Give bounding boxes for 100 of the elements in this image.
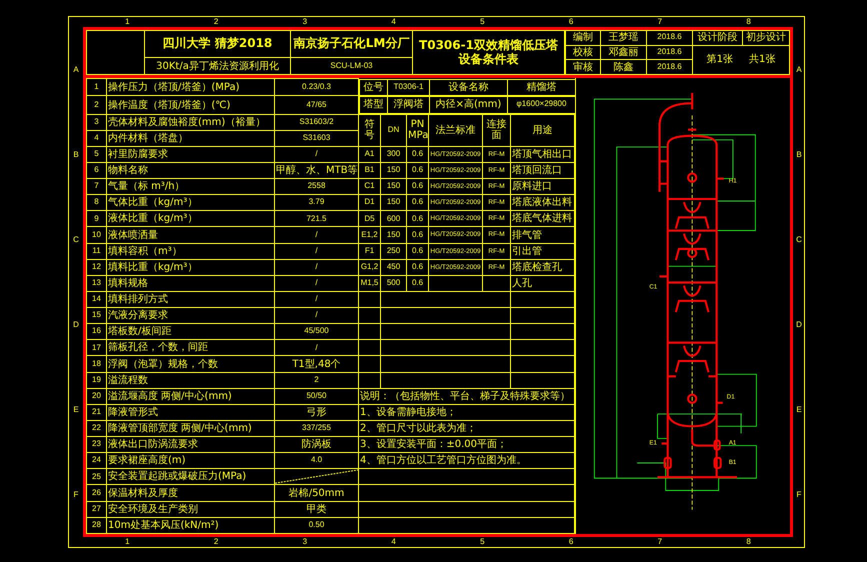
nozzle-size: 150 xyxy=(380,226,406,244)
nozzle-pressure: 0.6 xyxy=(406,178,428,195)
grid-reference-label: C xyxy=(795,235,803,244)
nozzle-symbol: C1 xyxy=(358,178,380,195)
condition-value: / xyxy=(274,291,358,308)
grid-reference-label: 4 xyxy=(391,17,396,27)
row-number: 11 xyxy=(86,243,106,260)
condition-value: / xyxy=(274,146,358,162)
row-number: 3 xyxy=(86,114,106,130)
condition-label: 衬里防腐要求 xyxy=(106,146,274,162)
signoff-name: 陈鑫 xyxy=(600,60,646,74)
column-header: 连接面 xyxy=(482,114,510,146)
grid-reference-label: F xyxy=(796,490,802,499)
row-number: 23 xyxy=(86,436,106,453)
condition-value: 0.50 xyxy=(274,517,358,534)
grid-reference-label: C xyxy=(72,235,80,244)
condition-label: 降液管形式 xyxy=(106,404,274,420)
note-text: 4、管口方位以工艺管口方位图为准。 xyxy=(358,452,574,469)
condition-label: 溢流堰高度 两侧/中心(mm) xyxy=(106,388,274,404)
condition-label: 要求裙座高度(m) xyxy=(106,452,274,469)
row-number: 16 xyxy=(86,324,106,340)
note-text: 3、设置安装平面：±0.00平面； xyxy=(358,436,574,453)
condition-label: 内件材料（塔盘） xyxy=(106,130,274,146)
condition-label: 物料名称 xyxy=(106,162,274,179)
row-number: 2 xyxy=(86,96,106,114)
nozzle-symbol: E1,2 xyxy=(358,226,380,244)
grid-reference-label: A xyxy=(795,65,803,74)
nozzle-pressure: 0.6 xyxy=(406,162,428,179)
signoff-name: 王梦瑶 xyxy=(600,30,646,46)
condition-value: / xyxy=(274,308,358,324)
condition-label: 气量（标 m³/h） xyxy=(106,178,274,195)
condition-label: 填料规格 xyxy=(106,275,274,292)
signoff-role: 校核 xyxy=(566,45,600,60)
grid-reference-label: 6 xyxy=(568,537,574,547)
condition-label: 填料排列方式 xyxy=(106,291,274,308)
condition-value: 4.0 xyxy=(274,452,358,469)
size-label: 内径×高(mm) xyxy=(430,96,508,114)
condition-value: 甲类 xyxy=(274,501,358,518)
condition-label: 浮阀（泡罩）规格，个数 xyxy=(106,356,274,372)
grid-reference-label: 1 xyxy=(125,537,130,547)
condition-value: 2558 xyxy=(274,178,358,195)
drawing-title: T0306-1双效精馏低压塔 xyxy=(418,39,559,52)
row-number: 13 xyxy=(86,275,106,292)
condition-label: 安全装置起跳或爆破压力(MPa) xyxy=(106,468,274,485)
signoff-role: 编制 xyxy=(566,30,600,46)
grid-reference-label: 1 xyxy=(125,17,130,27)
nozzle-pressure: 0.6 xyxy=(406,275,428,292)
condition-value: / xyxy=(274,259,358,276)
sheet-number: 第1张 xyxy=(706,54,733,66)
nozzle-symbol: B1 xyxy=(358,162,380,179)
nozzle-purpose: 引出管 xyxy=(510,243,574,260)
nozzle-size: 600 xyxy=(380,210,406,227)
grid-reference-label: 5 xyxy=(480,537,485,547)
note-text: 1、设备需静电接地； xyxy=(358,404,574,420)
condition-label: 液体出口防涡流要求 xyxy=(106,436,274,453)
nozzle-symbol: M1,5 xyxy=(358,275,380,292)
condition-value: 3.79 xyxy=(274,194,358,211)
grid-reference-label: 2 xyxy=(214,537,218,547)
grid-reference-label: D xyxy=(72,320,80,329)
nozzle-symbol: G1,2 xyxy=(358,259,380,276)
nozzle-pressure: 0.6 xyxy=(406,210,428,227)
condition-value: 721.5 xyxy=(274,210,358,227)
grid-reference-label: 6 xyxy=(568,17,574,27)
row-number: 10 xyxy=(86,226,106,244)
project-name: 30Kt/a异丁烯法资源利用化 xyxy=(144,58,290,74)
name-label: 设备名称 xyxy=(430,79,508,96)
column-header: PN MPa xyxy=(406,114,428,146)
nozzle-purpose: 排气管 xyxy=(510,226,574,244)
grid-reference-label: 7 xyxy=(658,537,662,547)
design-stage: 初步设计 xyxy=(742,30,790,46)
row-number: 8 xyxy=(86,194,106,211)
signoff-date: 2018.6 xyxy=(646,45,692,60)
condition-value: / xyxy=(274,340,358,356)
nozzle-pressure: 0.6 xyxy=(406,259,428,276)
type-label: 塔型 xyxy=(360,96,388,114)
drawing-subtitle: 设备条件表 xyxy=(457,52,520,66)
nozzle-size: 150 xyxy=(380,178,406,195)
nozzle-pressure: 0.6 xyxy=(406,243,428,260)
size-value: φ1600×29800 xyxy=(508,96,574,114)
grid-reference-label: E xyxy=(795,405,803,414)
nozzle-size: 500 xyxy=(380,275,406,292)
column-header: DN xyxy=(380,114,406,146)
nozzle-purpose: 原料进口 xyxy=(510,178,574,195)
condition-value: / xyxy=(274,275,358,292)
tower-type: 浮阀塔 xyxy=(388,96,430,114)
nozzle-symbol: D1 xyxy=(358,194,380,211)
grid-reference-label: 4 xyxy=(391,537,396,547)
grid-reference-label: 8 xyxy=(746,17,751,27)
row-number: 6 xyxy=(86,162,106,179)
nozzle-size: 250 xyxy=(380,243,406,260)
row-number: 17 xyxy=(86,340,106,356)
condition-label: 筛板孔径，个数，间距 xyxy=(106,340,274,356)
condition-value: 甲醇、水、MTB等 xyxy=(274,162,358,179)
row-number: 4 xyxy=(86,130,106,146)
condition-value: 防涡板 xyxy=(274,436,358,453)
condition-label: 保温材料及厚度 xyxy=(106,484,274,502)
nozzle-purpose: 塔底检查孔 xyxy=(510,259,574,276)
condition-label: 操作压力（塔顶/塔釜）(MPa) xyxy=(106,78,274,96)
condition-label: 10m处基本风压(kN/m²) xyxy=(106,517,274,534)
condition-label: 填料比重（kg/m³） xyxy=(106,259,274,276)
